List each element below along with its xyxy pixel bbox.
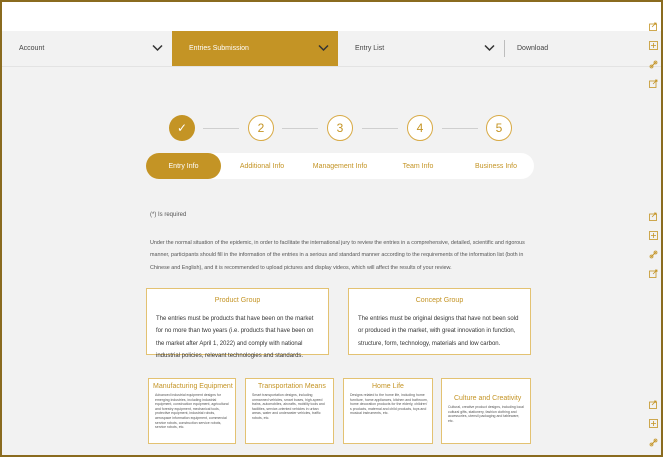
tab-entry-info[interactable]: Entry Info: [146, 153, 221, 179]
step-connector: [362, 128, 398, 129]
side-toolbar-top: [649, 22, 659, 98]
concept-group-card[interactable]: Concept Group The entries must be origin…: [348, 288, 531, 355]
category-home-life[interactable]: Home Life Designs related to the home li…: [343, 378, 433, 444]
check-icon: ✓: [176, 121, 188, 135]
chevron-down-icon: [484, 44, 495, 52]
nav-entry-list[interactable]: Entry List: [338, 31, 504, 66]
step-5[interactable]: 5: [486, 115, 512, 141]
category-description: Advanced industrial equipment designs fo…: [155, 393, 229, 430]
chevron-down-icon: [318, 44, 329, 52]
nav-entries-submission[interactable]: Entries Submission: [172, 31, 338, 66]
chevron-down-icon: [152, 44, 163, 52]
group-title: Concept Group: [415, 297, 464, 304]
required-note: (*) Is required: [150, 212, 187, 218]
step-number: 4: [416, 121, 424, 135]
nav-entry-list-label: Entry List: [355, 45, 385, 52]
app-frame: Account Entries Submission Entry List Do…: [0, 0, 663, 457]
category-title: Home Life: [372, 383, 404, 390]
category-description: Smart transportation designs, including …: [252, 393, 325, 420]
nav-account[interactable]: Account: [2, 31, 172, 66]
category-manufacturing-equipment[interactable]: Manufacturing Equipment Advanced industr…: [148, 378, 236, 444]
step-1-complete[interactable]: ✓: [169, 115, 195, 141]
category-title: Transportation Means: [258, 383, 326, 390]
add-icon[interactable]: [649, 41, 658, 50]
category-title: Culture and Creativity: [454, 395, 522, 402]
top-bar: [2, 2, 661, 31]
group-description: The entries must be products that have b…: [156, 316, 314, 360]
add-icon[interactable]: [649, 419, 658, 428]
tab-additional-info[interactable]: Additional Info: [226, 153, 298, 179]
open-external-icon[interactable]: [649, 269, 658, 278]
tab-management-info[interactable]: Management Info: [306, 153, 374, 179]
tab-team-info[interactable]: Team Info: [382, 153, 454, 179]
export-icon[interactable]: [649, 400, 658, 409]
export-icon[interactable]: [649, 212, 658, 221]
main-nav: Account Entries Submission Entry List Do…: [2, 31, 661, 67]
open-external-icon[interactable]: [649, 79, 658, 88]
side-toolbar-bottom: [649, 400, 659, 455]
step-number: 2: [257, 121, 265, 135]
link-icon[interactable]: [649, 60, 658, 69]
step-4[interactable]: 4: [407, 115, 433, 141]
step-number: 3: [336, 121, 344, 135]
step-connector: [442, 128, 478, 129]
step-3[interactable]: 3: [327, 115, 353, 141]
step-connector: [203, 128, 239, 129]
category-title: Manufacturing Equipment: [153, 383, 233, 390]
nav-download[interactable]: Download: [505, 31, 645, 66]
tab-business-info[interactable]: Business Info: [460, 153, 532, 179]
link-icon[interactable]: [649, 250, 658, 259]
side-toolbar-middle: [649, 212, 659, 288]
link-icon[interactable]: [649, 438, 658, 447]
group-title: Product Group: [214, 297, 261, 304]
nav-download-label: Download: [517, 45, 549, 52]
product-group-card[interactable]: Product Group The entries must be produc…: [146, 288, 329, 359]
category-description: Designs related to the home life, includ…: [350, 393, 428, 416]
step-2[interactable]: 2: [248, 115, 274, 141]
step-connector: [282, 128, 318, 129]
intro-text: Under the normal situation of the epidem…: [150, 240, 525, 271]
category-transportation-means[interactable]: Transportation Means Smart transportatio…: [245, 378, 334, 444]
export-icon[interactable]: [649, 22, 658, 31]
category-description: Cultural, creative product designs, incl…: [448, 405, 524, 423]
add-icon[interactable]: [649, 231, 658, 240]
info-tabs: Entry Info Additional Info Management In…: [146, 153, 534, 179]
nav-entries-submission-label: Entries Submission: [189, 45, 249, 52]
step-number: 5: [495, 121, 503, 135]
group-description: The entries must be original designs tha…: [358, 316, 519, 347]
nav-account-label: Account: [19, 45, 45, 52]
category-culture-and-creativity[interactable]: Culture and Creativity Cultural, creativ…: [441, 378, 531, 444]
